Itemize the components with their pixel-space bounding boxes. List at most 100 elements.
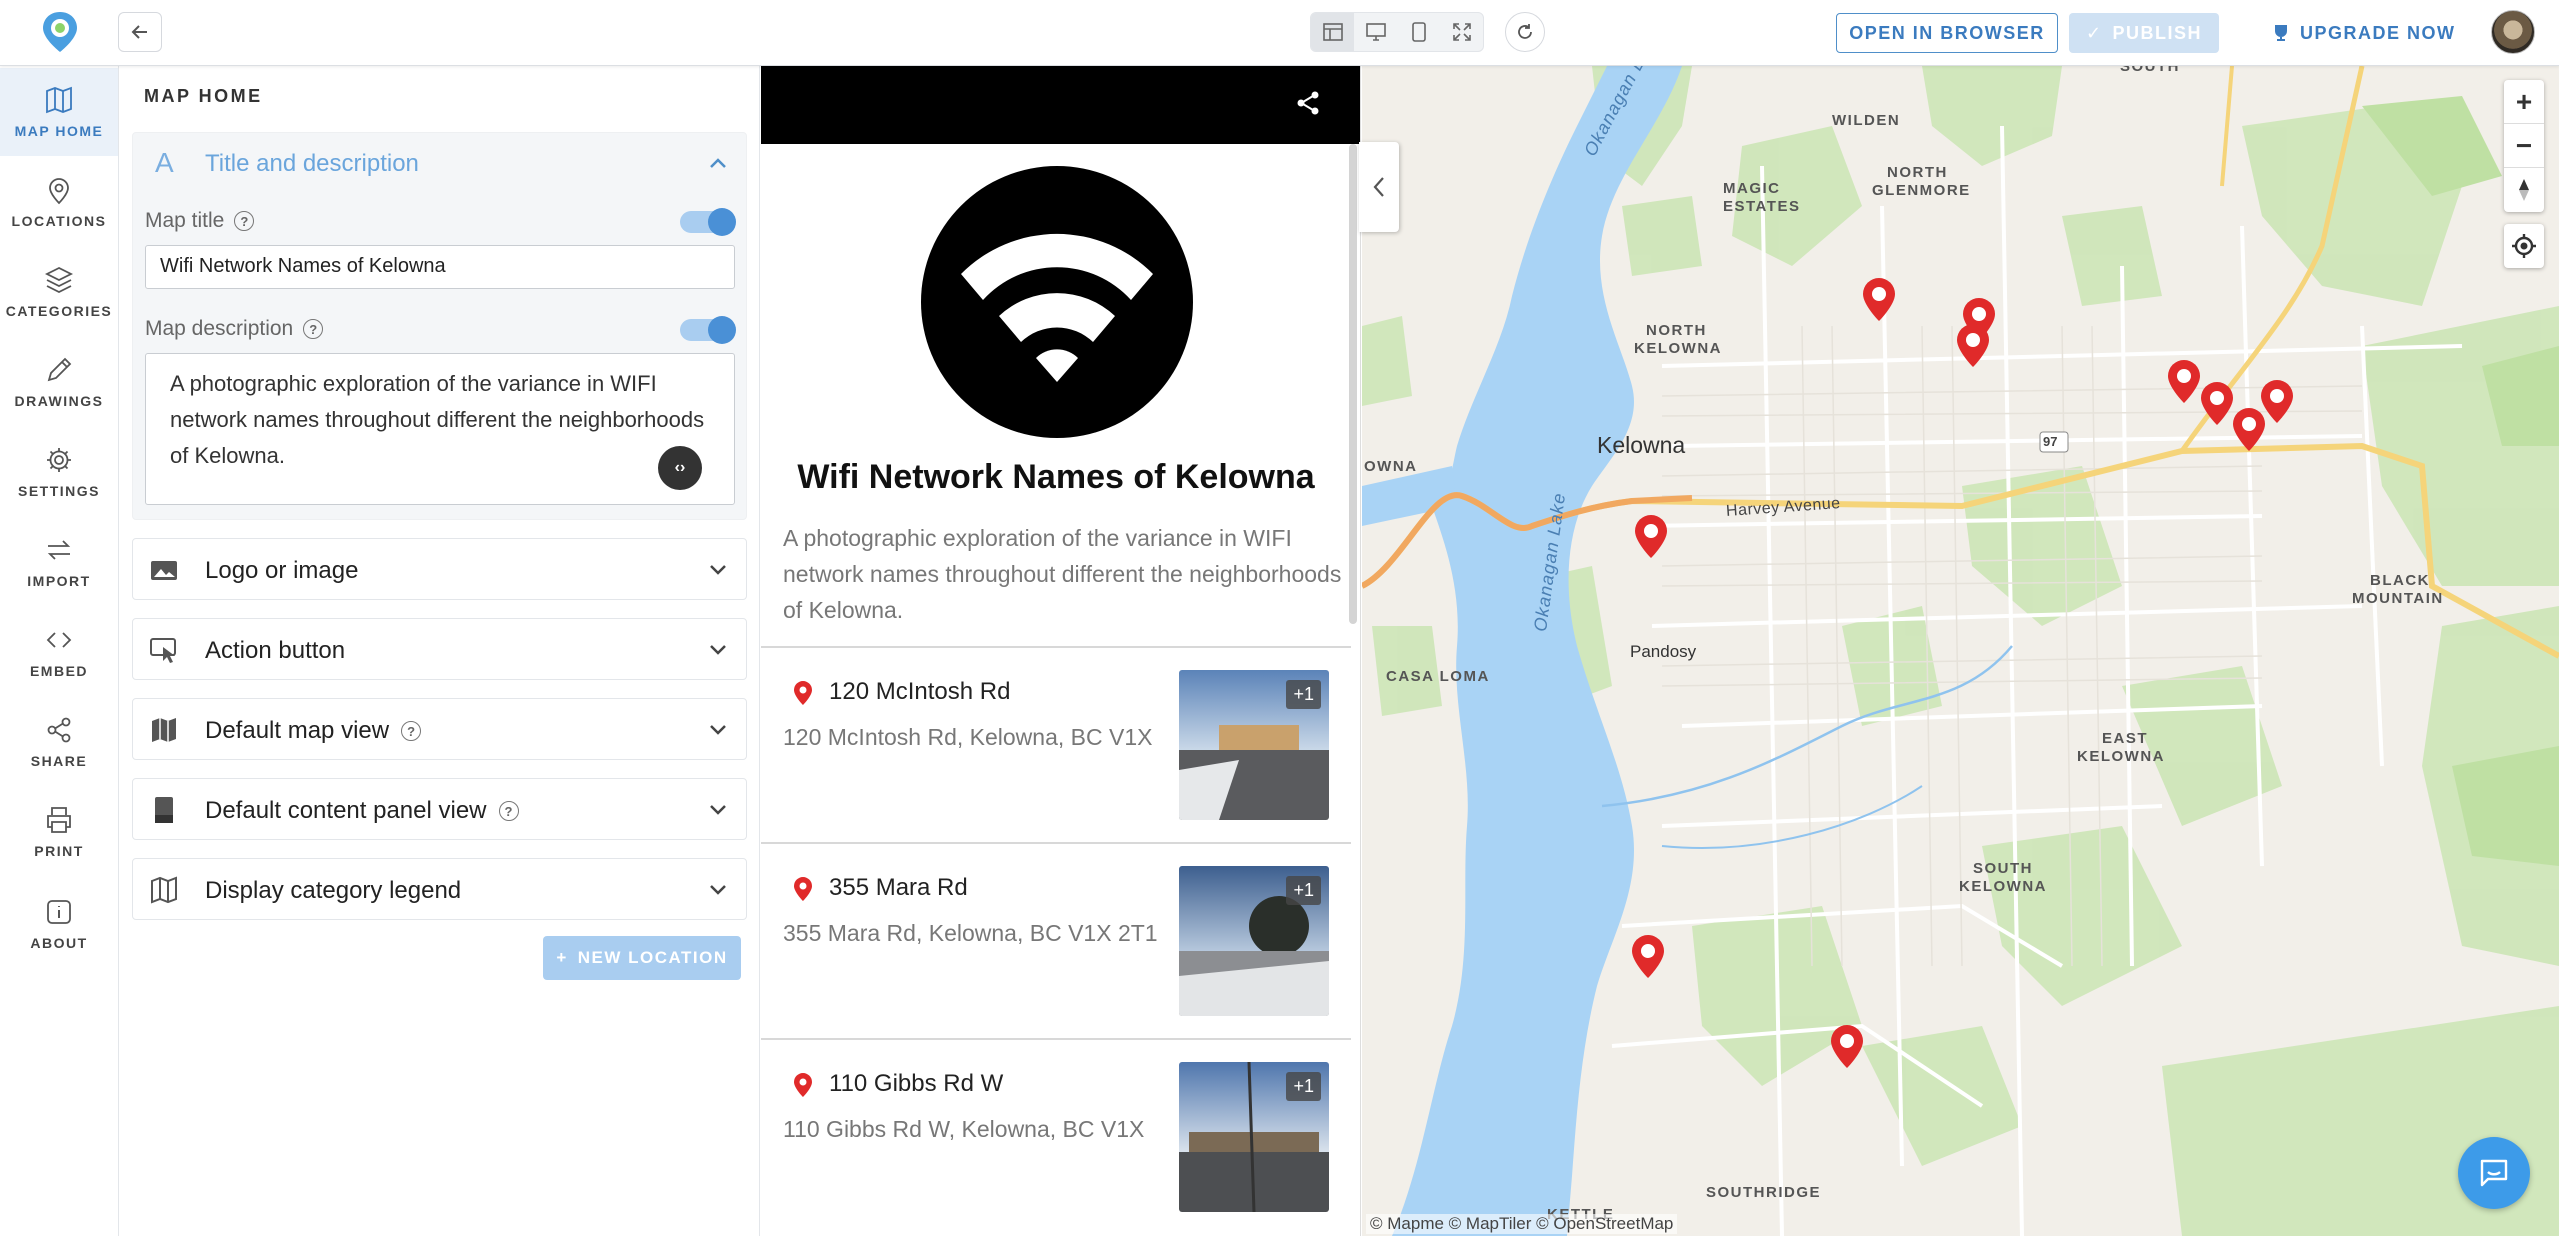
- nav-label: CATEGORIES: [5, 303, 113, 319]
- preview-scrollbar[interactable]: [1349, 144, 1357, 624]
- map-title-toggle[interactable]: [680, 208, 736, 236]
- desktop-icon: [1365, 23, 1386, 41]
- nav-item-drawings[interactable]: DRAWINGS: [0, 338, 118, 426]
- map-pin[interactable]: [1863, 278, 1895, 321]
- nav-item-categories[interactable]: CATEGORIES: [0, 248, 118, 336]
- refresh-button[interactable]: [1505, 12, 1545, 52]
- location-card[interactable]: 120 McIntosh Rd 120 McIntosh Rd, Kelowna…: [761, 646, 1351, 842]
- nav-item-print[interactable]: PRINT: [0, 788, 118, 876]
- map-canvas[interactable]: [1362, 66, 2559, 1236]
- map-label: NORTH: [1887, 164, 1948, 181]
- map-label-city: Kelowna: [1597, 432, 1686, 458]
- help-icon[interactable]: ?: [498, 801, 519, 821]
- map-pin[interactable]: [2233, 408, 2265, 451]
- display-category-legend-section[interactable]: Display category legend: [132, 858, 747, 920]
- view-mode-group: [1310, 12, 1484, 52]
- title-description-header[interactable]: A Title and description: [133, 133, 746, 195]
- location-photo[interactable]: +1: [1179, 866, 1329, 1016]
- action-button-section[interactable]: Action button: [132, 618, 747, 680]
- nav-item-embed[interactable]: EMBED: [0, 608, 118, 696]
- nav-item-import[interactable]: IMPORT: [0, 518, 118, 606]
- map-label: CASA LOMA: [1386, 668, 1490, 685]
- map-view[interactable]: [1362, 66, 2559, 1236]
- location-card[interactable]: 355 Mara Rd 355 Mara Rd, Kelowna, BC V1X…: [761, 842, 1351, 1038]
- new-location-button[interactable]: + NEW LOCATION: [543, 936, 741, 980]
- nav-item-share[interactable]: SHARE: [0, 698, 118, 786]
- section-label: Display category legend: [205, 877, 462, 904]
- refresh-icon: [1518, 24, 1532, 39]
- code-view-button[interactable]: ‹›: [658, 446, 702, 490]
- pin-icon: [794, 877, 812, 901]
- nav-label: LOCATIONS: [11, 213, 107, 229]
- nav-item-map-home[interactable]: MAP HOME: [0, 68, 118, 156]
- help-icon[interactable]: ?: [401, 721, 422, 741]
- share-icon: [47, 717, 71, 743]
- logo-image-section[interactable]: Logo or image: [132, 538, 747, 600]
- section-label: Default map view: [205, 717, 390, 744]
- map-desc-textarea[interactable]: A photographic exploration of the varian…: [145, 353, 735, 505]
- location-photo[interactable]: +1: [1179, 670, 1329, 820]
- check-icon: ✓: [2085, 22, 2103, 43]
- layers-icon: [44, 266, 74, 294]
- publish-label: PUBLISH: [2112, 22, 2203, 43]
- collapse-panel-button[interactable]: [1359, 142, 1399, 232]
- chevron-down-icon: [710, 805, 726, 815]
- layout-icon: [1322, 23, 1343, 41]
- locate-me-button[interactable]: [2504, 224, 2544, 268]
- map-label: ESTATES: [1723, 198, 1801, 215]
- location-photo[interactable]: +1: [1179, 1062, 1329, 1212]
- compass-button[interactable]: [2504, 168, 2544, 212]
- zoom-in-button[interactable]: +: [2504, 80, 2544, 124]
- default-map-view-section[interactable]: Default map view?: [132, 698, 747, 760]
- map-pin[interactable]: [1831, 1025, 1863, 1068]
- help-icon[interactable]: ?: [303, 319, 324, 339]
- upgrade-now-button[interactable]: UPGRADE NOW: [2272, 13, 2456, 53]
- mobile-view-button[interactable]: [1397, 13, 1440, 51]
- chevron-up-icon: [710, 158, 726, 168]
- nav-label: PRINT: [34, 843, 84, 859]
- help-icon[interactable]: ?: [234, 211, 255, 231]
- nav-label: SETTINGS: [17, 483, 100, 499]
- fullscreen-button[interactable]: [1440, 13, 1483, 51]
- map-attribution[interactable]: © Mapme © MapTiler © OpenStreetMap: [1366, 1214, 1678, 1234]
- section-label-row: Default map view?: [205, 717, 422, 745]
- map-pin[interactable]: [1632, 935, 1664, 978]
- panel-title: MAP HOME: [144, 86, 263, 106]
- section-heading: Title and description: [205, 150, 419, 177]
- plus-icon: +: [556, 948, 568, 967]
- map-desc-label: Map description: [145, 317, 294, 340]
- section-label: Action button: [205, 637, 346, 664]
- image-icon: [151, 561, 177, 580]
- settings-panel: MAP HOME A Title and description Map tit…: [120, 66, 760, 1236]
- chat-support-button[interactable]: [2458, 1137, 2530, 1209]
- map-label: KELOWNA: [2077, 748, 2165, 765]
- mapme-logo[interactable]: [40, 10, 80, 54]
- map-pin[interactable]: [1957, 324, 1989, 367]
- nav-item-locations[interactable]: LOCATIONS: [0, 158, 118, 246]
- map-pin[interactable]: [1635, 515, 1667, 558]
- layout-view-button[interactable]: [1311, 13, 1354, 51]
- user-avatar[interactable]: [2491, 10, 2535, 54]
- desktop-view-button[interactable]: [1354, 13, 1397, 51]
- zoom-out-button[interactable]: −: [2504, 124, 2544, 168]
- nav-item-settings[interactable]: SETTINGS: [0, 428, 118, 516]
- back-button[interactable]: [118, 12, 162, 52]
- map-pin[interactable]: [2168, 360, 2200, 403]
- map-label: OWNA: [1364, 458, 1418, 475]
- publish-button[interactable]: ✓ PUBLISH: [2069, 13, 2219, 53]
- open-in-browser-button[interactable]: OPEN IN BROWSER: [1836, 13, 2058, 53]
- map-pin[interactable]: [2261, 380, 2293, 423]
- map-title-input[interactable]: Wifi Network Names of Kelowna: [145, 245, 735, 289]
- share-icon[interactable]: [1295, 90, 1321, 116]
- map-label: EAST: [2102, 730, 2149, 747]
- nav-item-about[interactable]: ABOUT: [0, 880, 118, 968]
- chevron-down-icon: [710, 565, 726, 575]
- location-card[interactable]: 110 Gibbs Rd W 110 Gibbs Rd W, Kelowna, …: [761, 1038, 1351, 1234]
- photo-count-badge: +1: [1286, 1072, 1321, 1101]
- photo-count-badge: +1: [1286, 876, 1321, 905]
- code-icon: [46, 632, 72, 648]
- default-content-panel-view-section[interactable]: Default content panel view?: [132, 778, 747, 840]
- map-desc-toggle[interactable]: [680, 316, 736, 344]
- new-location-label: NEW LOCATION: [577, 948, 728, 967]
- map-title-label: Map title: [145, 209, 225, 232]
